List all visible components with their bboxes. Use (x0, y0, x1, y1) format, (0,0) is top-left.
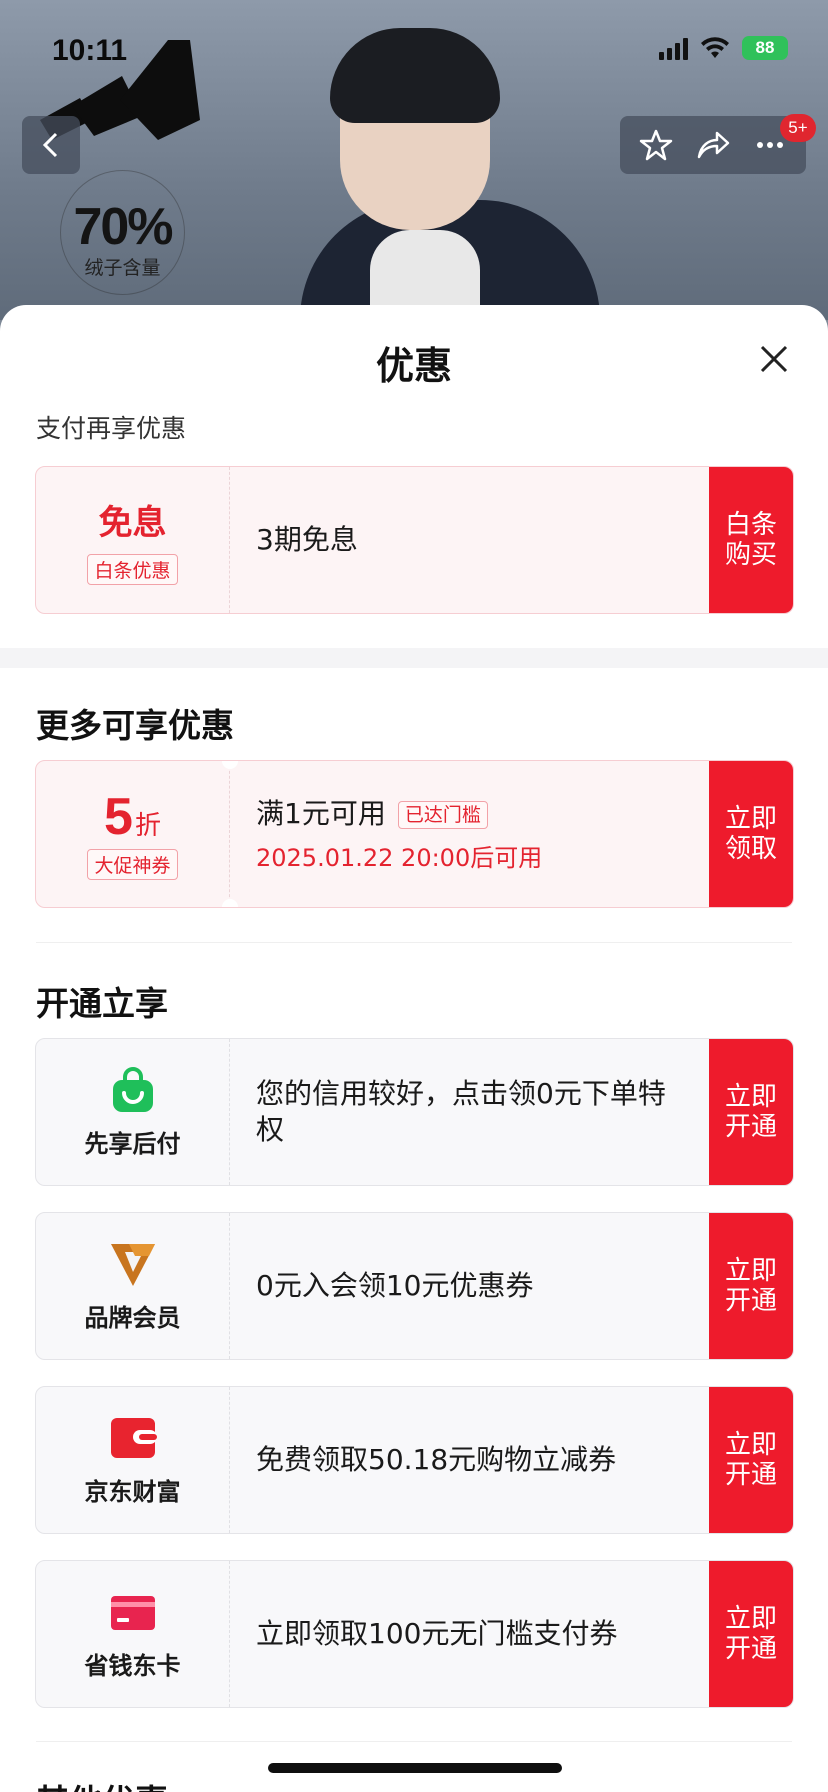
close-icon[interactable] (756, 341, 792, 377)
service-left: 京东财富 (36, 1387, 230, 1533)
green-shopping-bag-icon (112, 1066, 153, 1112)
service-body: 您的信用较好，点击领0元下单特权 (230, 1039, 709, 1185)
service-card-saving-card: 省钱东卡 立即领取100元无门槛支付券 立即开通 (35, 1560, 794, 1708)
installment-text: 3期免息 (256, 523, 358, 556)
activate-button[interactable]: 立即开通 (709, 1387, 793, 1533)
chevron-left-icon (42, 132, 58, 158)
discount-number: 5 (104, 787, 133, 846)
wifi-icon (701, 37, 729, 58)
red-wallet-icon (110, 1417, 157, 1458)
service-label: 京东财富 (84, 1477, 181, 1506)
notification-badge: 5+ (780, 114, 816, 142)
coupon-condition: 满1元可用 已达门槛 (256, 796, 689, 832)
service-text: 您的信用较好，点击领0元下单特权 (256, 1077, 666, 1146)
coupon-body: 满1元可用 已达门槛 2025.01.22 20:00后可用 (230, 761, 709, 907)
back-button[interactable] (22, 116, 80, 174)
coupon-card: 5 折 大促神券 满1元可用 已达门槛 2025.01.22 20:00后可用 立… (35, 760, 794, 908)
baitiao-tag: 白条优惠 (87, 554, 178, 585)
threshold-reached-tag: 已达门槛 (397, 800, 488, 829)
service-left: 先享后付 (36, 1039, 230, 1185)
down-content-badge: 70% 绒子含量 (60, 170, 185, 295)
service-label: 先享后付 (84, 1129, 181, 1158)
pay-section-label: 支付再享优惠 (36, 414, 187, 443)
service-text: 0元入会领10元优惠券 (256, 1269, 534, 1302)
coupon-condition-text: 满1元可用 (256, 796, 386, 830)
service-text: 立即领取100元无门槛支付券 (256, 1617, 618, 1650)
service-left: 品牌会员 (36, 1213, 230, 1359)
card-body: 3期免息 (230, 467, 709, 613)
activate-button[interactable]: 立即开通 (709, 1213, 793, 1359)
red-card-icon (110, 1595, 155, 1630)
status-icons: 88 (659, 36, 788, 60)
activate-button[interactable]: 立即开通 (709, 1039, 793, 1185)
battery-icon: 88 (742, 36, 788, 60)
service-card-brand-member: 品牌会员 0元入会领10元优惠券 立即开通 (35, 1212, 794, 1360)
service-body: 立即领取100元无门槛支付券 (230, 1561, 709, 1707)
share-icon[interactable] (695, 127, 731, 163)
claim-coupon-button[interactable]: 立即领取 (709, 761, 793, 907)
service-body: 0元入会领10元优惠券 (230, 1213, 709, 1359)
service-label: 品牌会员 (84, 1303, 181, 1332)
header-actions (620, 116, 806, 174)
service-text: 免费领取50.18元购物立减券 (256, 1443, 617, 1476)
service-left: 省钱东卡 (36, 1561, 230, 1707)
service-body: 免费领取50.18元购物立减券 (230, 1387, 709, 1533)
discount-value: 5 折 (104, 789, 161, 845)
card-left: 免息 白条优惠 (36, 467, 230, 613)
model-hair (330, 28, 500, 123)
interest-free-title: 免息 (98, 503, 167, 543)
activate-button[interactable]: 立即开通 (709, 1561, 793, 1707)
home-indicator[interactable] (268, 1763, 562, 1773)
service-card-pay-later: 先享后付 您的信用较好，点击领0元下单特权 立即开通 (35, 1038, 794, 1186)
card-notch-bottom (222, 899, 238, 907)
baitiao-buy-button[interactable]: 白条购买 (709, 467, 793, 613)
other-discounts-heading: 其他优惠 (36, 1775, 168, 1792)
favorite-star-icon[interactable] (638, 127, 674, 163)
coupon-left: 5 折 大促神券 (36, 761, 238, 907)
section-divider (36, 942, 792, 943)
open-services-heading: 开通立享 (36, 984, 168, 1023)
discount-sheet: 优惠 支付再享优惠 免息 白条优惠 3期免息 白条购买 更多可享优惠 5 折 大… (0, 305, 828, 1792)
down-percentage: 70% (73, 198, 173, 256)
coupon-valid-time: 2025.01.22 20:00后可用 (256, 843, 543, 872)
discount-unit: 折 (134, 810, 161, 841)
section-separator (0, 648, 828, 668)
section-divider (36, 1741, 792, 1742)
more-discounts-heading: 更多可享优惠 (36, 706, 234, 745)
interest-free-card: 免息 白条优惠 3期免息 白条购买 (35, 466, 794, 614)
brand-v-logo-icon (110, 1243, 155, 1286)
status-time: 10:11 (52, 34, 128, 67)
sheet-title: 优惠 (375, 344, 452, 388)
down-caption: 绒子含量 (84, 257, 161, 279)
service-label: 省钱东卡 (84, 1651, 181, 1680)
service-card-jd-wealth: 京东财富 免费领取50.18元购物立减券 立即开通 (35, 1386, 794, 1534)
cellular-signal-icon (659, 36, 688, 60)
promo-coupon-tag: 大促神券 (87, 848, 178, 880)
